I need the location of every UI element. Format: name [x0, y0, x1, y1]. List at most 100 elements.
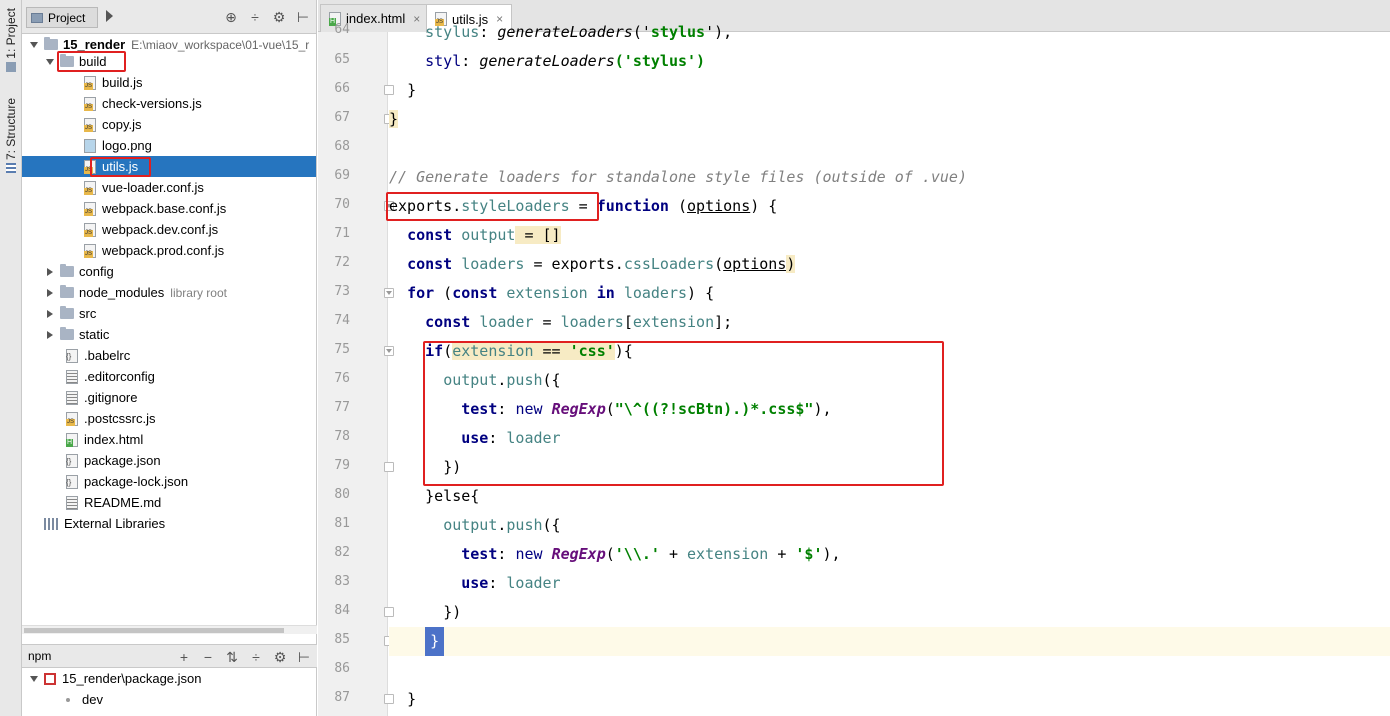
tree-node-file[interactable]: webpack.base.conf.js: [22, 198, 316, 219]
text-file-icon: [66, 369, 78, 384]
tree-node-folder[interactable]: node_modules library root: [22, 282, 316, 303]
code-token: :: [479, 23, 498, 41]
tree-node-build[interactable]: build: [22, 51, 316, 72]
tree-node-file[interactable]: webpack.dev.conf.js: [22, 219, 316, 240]
remove-icon[interactable]: −: [201, 649, 215, 665]
folder-icon: [44, 37, 58, 50]
tree-node-label: .postcssrc.js: [84, 411, 156, 426]
tree-node-label: README.md: [84, 495, 162, 510]
json-file-icon: [66, 453, 78, 468]
project-tool-tab[interactable]: 1: Project: [3, 8, 19, 72]
npm-script-node[interactable]: dev: [22, 689, 316, 710]
tree-node-file[interactable]: check-versions.js: [22, 93, 316, 114]
tree-node-folder[interactable]: src: [22, 303, 316, 324]
code-token: (: [605, 545, 615, 563]
project-tree: 15_render E:\miaov_workspace\01-vue\15_r…: [22, 34, 317, 624]
tree-node-external-libraries[interactable]: External Libraries: [22, 513, 316, 534]
code-token: [: [623, 313, 633, 331]
collapse-all-icon[interactable]: ÷: [249, 649, 263, 665]
tree-node-label: webpack.base.conf.js: [102, 201, 227, 216]
tree-node-file[interactable]: package.json: [22, 450, 316, 471]
code-token: const: [452, 284, 498, 302]
scrollbar-thumb[interactable]: [24, 628, 284, 633]
tree-node-folder[interactable]: config: [22, 261, 316, 282]
js-file-icon: [84, 96, 96, 111]
npm-script-label: dev: [82, 692, 103, 707]
library-root-hint: library root: [170, 285, 227, 300]
code-token: }): [443, 458, 462, 476]
code-token: generateLoaders: [479, 52, 615, 70]
code-line: test: new RegExp("\^((?!scBtn).)*.css$")…: [389, 395, 1390, 424]
collapse-all-icon[interactable]: ÷: [248, 9, 262, 25]
tree-node-file[interactable]: .editorconfig: [22, 366, 316, 387]
tree-node-file-selected[interactable]: utils.js: [22, 156, 316, 177]
structure-tool-tab[interactable]: 7: Structure: [3, 98, 19, 174]
code-editor[interactable]: stylus: generateLoaders('stylus'), styl:…: [389, 23, 1390, 716]
tree-node-file[interactable]: vue-loader.conf.js: [22, 177, 316, 198]
expand-icon[interactable]: [44, 287, 56, 299]
code-token: = []: [515, 226, 561, 244]
code-line: for (const extension in loaders) {: [389, 279, 1390, 308]
expand-icon[interactable]: [44, 266, 56, 278]
project-view-selector[interactable]: Project: [26, 7, 98, 28]
tree-node-folder[interactable]: static: [22, 324, 316, 345]
code-token: '$': [795, 545, 823, 563]
js-file-icon: [84, 75, 96, 90]
run-icon[interactable]: ⇅: [225, 649, 239, 665]
collapse-icon[interactable]: [28, 673, 40, 685]
tree-node-label: webpack.dev.conf.js: [102, 222, 219, 237]
structure-tool-tab-label: 7: Structure: [4, 98, 18, 161]
tree-node-file[interactable]: .gitignore: [22, 387, 316, 408]
npm-header-actions: + − ⇅ ÷ ⚙ ⊢: [177, 649, 311, 665]
code-token: new: [515, 400, 543, 418]
code-token: }: [389, 110, 399, 128]
tree-node-label: build: [79, 54, 107, 69]
tree-node-file[interactable]: package-lock.json: [22, 471, 316, 492]
gear-icon[interactable]: ⚙: [273, 649, 287, 665]
hide-panel-icon[interactable]: ⊢: [297, 649, 311, 665]
line-number-gutter: 64 65 66 67 68 69 70 71 72 73 74 75 76 7…: [318, 22, 394, 716]
code-line: }): [389, 453, 1390, 482]
js-file-icon: [84, 201, 96, 216]
collapse-icon[interactable]: [28, 39, 40, 51]
add-icon[interactable]: +: [177, 649, 191, 665]
code-token: ),: [813, 400, 832, 418]
folder-icon: [60, 306, 74, 319]
tree-node-file[interactable]: build.js: [22, 72, 316, 93]
code-line: }: [389, 685, 1390, 714]
gear-icon[interactable]: ⚙: [272, 9, 286, 25]
code-token: extension: [632, 313, 715, 331]
code-token: exports: [389, 197, 453, 215]
tree-node-file[interactable]: logo.png: [22, 135, 316, 156]
line-number: 64: [334, 22, 350, 37]
expand-icon[interactable]: [44, 329, 56, 341]
line-number: 80: [334, 487, 350, 502]
code-token: RegExp: [551, 545, 606, 563]
code-token: (: [434, 284, 453, 302]
tree-node-file[interactable]: copy.js: [22, 114, 316, 135]
tree-node-file[interactable]: webpack.prod.conf.js: [22, 240, 316, 261]
code-token: +: [659, 545, 688, 563]
locate-file-icon[interactable]: ⊕: [224, 9, 238, 25]
line-number: 66: [334, 81, 350, 96]
line-number: 74: [334, 313, 350, 328]
code-line: if(extension == 'css'){: [389, 337, 1390, 366]
tree-node-label: index.html: [84, 432, 144, 447]
horizontal-scrollbar[interactable]: [22, 625, 317, 634]
code-token: generateLoaders: [497, 23, 633, 41]
tree-node-file[interactable]: index.html: [22, 429, 316, 450]
code-token: (': [632, 23, 651, 41]
collapse-icon[interactable]: [44, 56, 56, 68]
hide-panel-icon[interactable]: ⊢: [296, 9, 310, 25]
tree-node-label: check-versions.js: [102, 96, 202, 111]
tree-node-file[interactable]: .babelrc: [22, 345, 316, 366]
tree-node-file[interactable]: .postcssrc.js: [22, 408, 316, 429]
line-number: 77: [334, 400, 350, 415]
npm-icon: [44, 672, 56, 685]
code-line: }else{: [389, 482, 1390, 511]
expand-arrow-icon[interactable]: [106, 10, 113, 22]
html-file-icon: [66, 432, 78, 447]
npm-package-node[interactable]: 15_render\package.json: [22, 668, 316, 689]
tree-node-file[interactable]: README.md: [22, 492, 316, 513]
expand-icon[interactable]: [44, 308, 56, 320]
